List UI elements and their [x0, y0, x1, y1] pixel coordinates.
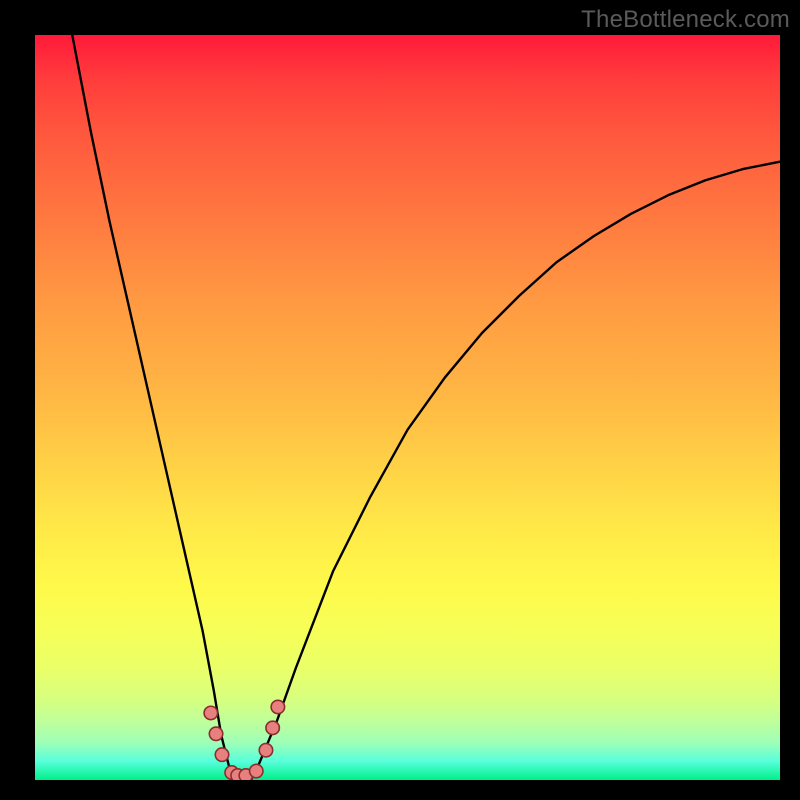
marker-dot: [215, 748, 228, 761]
marker-dot: [259, 743, 272, 756]
marker-dot: [271, 700, 284, 713]
plot-area: [35, 35, 780, 780]
marker-dot: [204, 706, 217, 719]
marker-dot: [250, 764, 263, 777]
marker-dot: [266, 721, 279, 734]
marker-group: [204, 700, 284, 780]
marker-dot: [209, 727, 222, 740]
chart-frame: TheBottleneck.com: [0, 0, 800, 800]
marker-layer: [35, 35, 780, 780]
watermark-text: TheBottleneck.com: [581, 6, 790, 34]
